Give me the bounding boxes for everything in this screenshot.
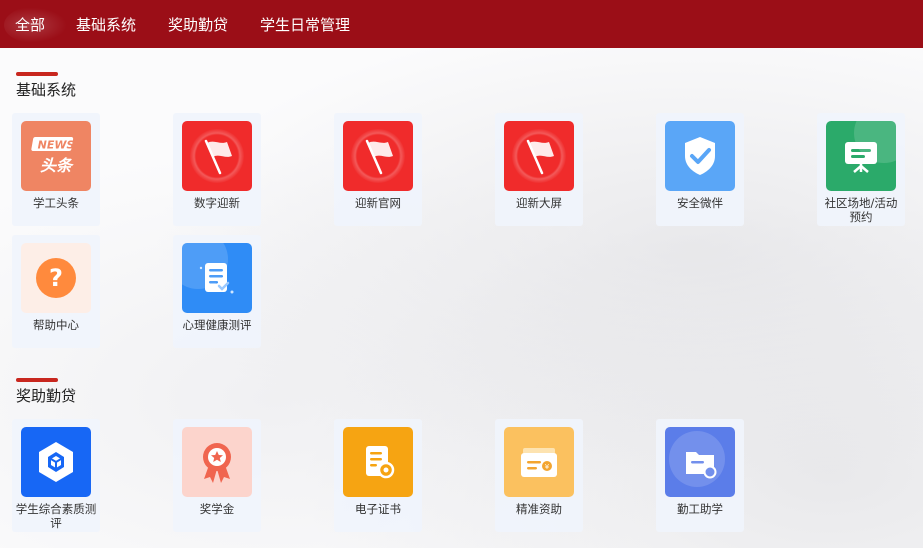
app-label: 勤工助学	[677, 502, 723, 516]
section-title: 奖助勤贷	[16, 387, 77, 405]
app-card-comprehensive-quality[interactable]: 学生综合素质测评	[12, 419, 100, 532]
app-label: 社区场地/活动预约	[824, 196, 898, 224]
app-label: 安全微伴	[677, 196, 723, 210]
svg-text:?: ?	[49, 264, 63, 292]
app-card-work-study[interactable]: 勤工助学	[656, 419, 744, 532]
folder-work-icon	[665, 427, 735, 497]
help-question-icon: ?	[21, 243, 91, 313]
section-accent-bar	[16, 378, 58, 382]
section-accent-bar	[16, 72, 58, 76]
app-card-digital-welcome[interactable]: 数字迎新	[173, 113, 261, 226]
app-card-mental-health-assessment[interactable]: 心理健康测评	[173, 235, 261, 348]
nav-tab-aid[interactable]: 奖助勤贷	[168, 14, 228, 35]
app-label: 电子证书	[355, 502, 401, 516]
nav-tab-basic-systems[interactable]: 基础系统	[76, 14, 136, 35]
award-ribbon-icon	[182, 427, 252, 497]
red-flag-icon	[504, 121, 574, 191]
hexagon-assessment-icon	[21, 427, 91, 497]
app-label: 迎新官网	[355, 196, 401, 210]
news-headline-icon: NEWS 头条	[21, 121, 91, 191]
section-header-aid: 奖助勤贷	[16, 378, 76, 406]
svg-text:¥: ¥	[545, 463, 550, 471]
red-flag-icon	[182, 121, 252, 191]
app-card-welcome-website[interactable]: 迎新官网	[334, 113, 422, 226]
app-card-community-booking[interactable]: 社区场地/活动预约	[817, 113, 905, 226]
presentation-board-icon	[826, 121, 896, 191]
app-label: 迎新大屏	[516, 196, 562, 210]
shield-check-icon	[665, 121, 735, 191]
app-card-scholarship[interactable]: 奖学金	[173, 419, 261, 532]
app-card-xuegong-toutiao[interactable]: NEWS 头条 学工头条	[12, 113, 100, 226]
app-label: 学工头条	[33, 196, 79, 210]
nav-tab-daily-management[interactable]: 学生日常管理	[260, 14, 350, 35]
app-card-targeted-aid[interactable]: ¥ 精准资助	[495, 419, 583, 532]
app-card-help-center[interactable]: ? 帮助中心	[12, 235, 100, 348]
top-navigation-bar: 全部 基础系统 奖助勤贷 学生日常管理	[0, 0, 923, 48]
section-header-basic-systems: 基础系统	[16, 72, 76, 100]
app-label: 奖学金	[199, 502, 235, 516]
main-content: 基础系统 NEWS 头条 学工头条 数字迎新 迎新官网 迎新大屏 安全微伴 社区…	[0, 48, 923, 548]
app-card-welcome-big-screen[interactable]: 迎新大屏	[495, 113, 583, 226]
section-title: 基础系统	[16, 81, 77, 99]
app-label: 精准资助	[516, 502, 562, 516]
app-label: 帮助中心	[33, 318, 79, 332]
app-label: 学生综合素质测评	[15, 502, 97, 530]
red-flag-icon	[343, 121, 413, 191]
nav-tab-all[interactable]: 全部	[15, 14, 45, 35]
app-card-e-certificate[interactable]: 电子证书	[334, 419, 422, 532]
app-card-safety-companion[interactable]: 安全微伴	[656, 113, 744, 226]
app-label: 心理健康测评	[182, 318, 252, 332]
svg-text:头条: 头条	[40, 156, 74, 175]
money-wallet-icon: ¥	[504, 427, 574, 497]
document-check-icon	[182, 243, 252, 313]
svg-text:NEWS: NEWS	[38, 139, 75, 152]
certificate-icon	[343, 427, 413, 497]
app-label: 数字迎新	[194, 196, 240, 210]
